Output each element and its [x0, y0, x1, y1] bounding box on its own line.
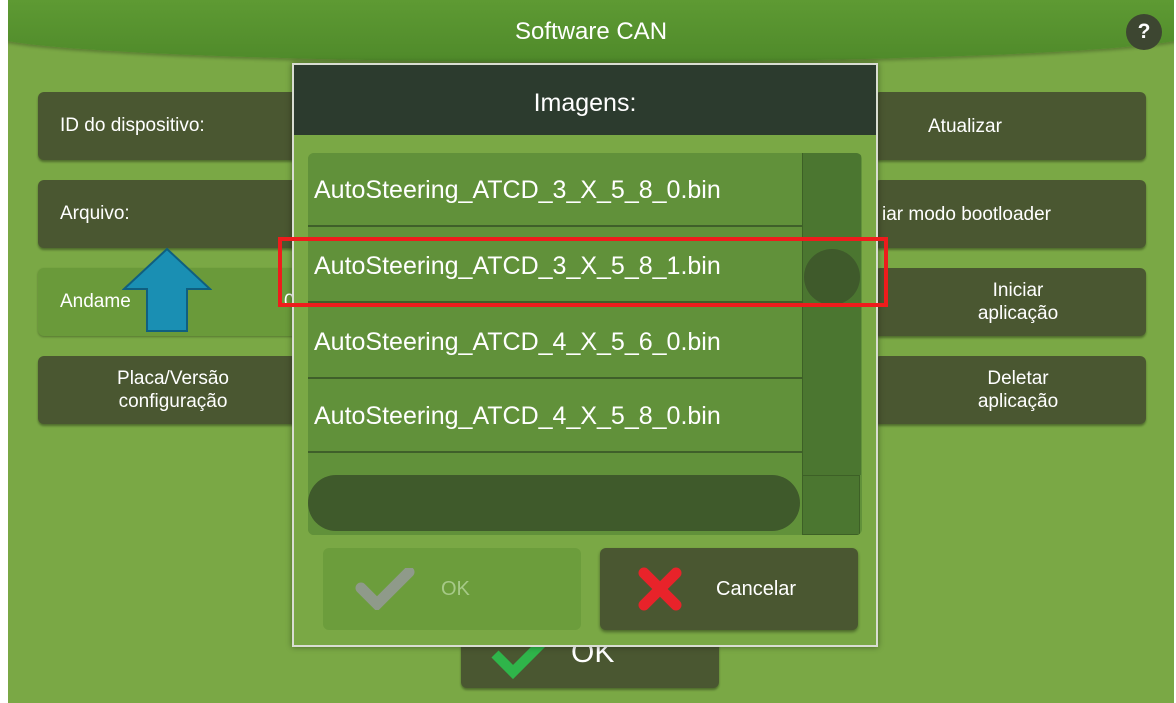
progress-label: Andame — [60, 291, 131, 312]
vertical-scrollbar[interactable] — [802, 153, 861, 475]
delete-app-line1: Deletar — [987, 368, 1049, 389]
up-arrow-icon — [122, 247, 212, 332]
dialog-ok-button[interactable]: OK — [323, 548, 581, 630]
update-button[interactable]: Atualizar — [874, 92, 1146, 160]
device-id-label: ID do dispositivo: — [60, 115, 205, 136]
bootloader-button[interactable]: iar modo bootloader — [874, 180, 1146, 248]
delete-app-line2: aplicação — [977, 391, 1059, 412]
list-item[interactable]: AutoSteering_ATCD_3_X_5_8_0.bin — [308, 153, 802, 227]
horizontal-scrollbar[interactable] — [308, 475, 802, 535]
list-item[interactable]: AutoSteering_ATCD_4_X_5_8_0.bin — [308, 379, 802, 453]
list-item[interactable]: AutoSteering_ATCD_4_X_5_6_0.bin — [308, 305, 802, 379]
selection-highlight — [278, 237, 888, 307]
dialog-cancel-button[interactable]: Cancelar — [600, 548, 858, 630]
images-dialog: Imagens: AutoSteering_ATCD_3_X_5_8_0.bin… — [292, 63, 878, 647]
image-list[interactable]: AutoSteering_ATCD_3_X_5_8_0.bin AutoStee… — [308, 153, 862, 535]
page-title: Software CAN — [514, 18, 668, 45]
file-button[interactable]: Arquivo: — [38, 180, 308, 248]
dialog-cancel-label: Cancelar — [716, 578, 797, 600]
board-version-button[interactable]: Placa/Versão configuração — [38, 356, 308, 424]
start-app-line2: aplicação — [977, 303, 1059, 324]
help-button[interactable]: ? — [1126, 14, 1162, 50]
board-version-line2: configuração — [118, 391, 228, 412]
board-version-line1: Placa/Versão — [117, 368, 229, 389]
start-app-line1: Iniciar — [992, 280, 1044, 301]
cross-icon — [638, 567, 682, 611]
device-id-button[interactable]: ID do dispositivo: — [38, 92, 308, 160]
update-label: Atualizar — [928, 115, 1002, 137]
help-icon: ? — [1137, 20, 1151, 43]
horizontal-scroll-thumb[interactable] — [308, 475, 800, 531]
dialog-ok-label: OK — [441, 578, 470, 600]
file-label: Arquivo: — [60, 203, 130, 224]
bootloader-label: iar modo bootloader — [882, 203, 1051, 225]
check-icon — [355, 568, 415, 610]
delete-app-button[interactable]: Deletar aplicação — [874, 356, 1146, 424]
start-app-button[interactable]: Iniciar aplicação — [874, 268, 1146, 336]
dialog-title: Imagens: — [294, 65, 876, 135]
scroll-corner — [802, 475, 860, 535]
